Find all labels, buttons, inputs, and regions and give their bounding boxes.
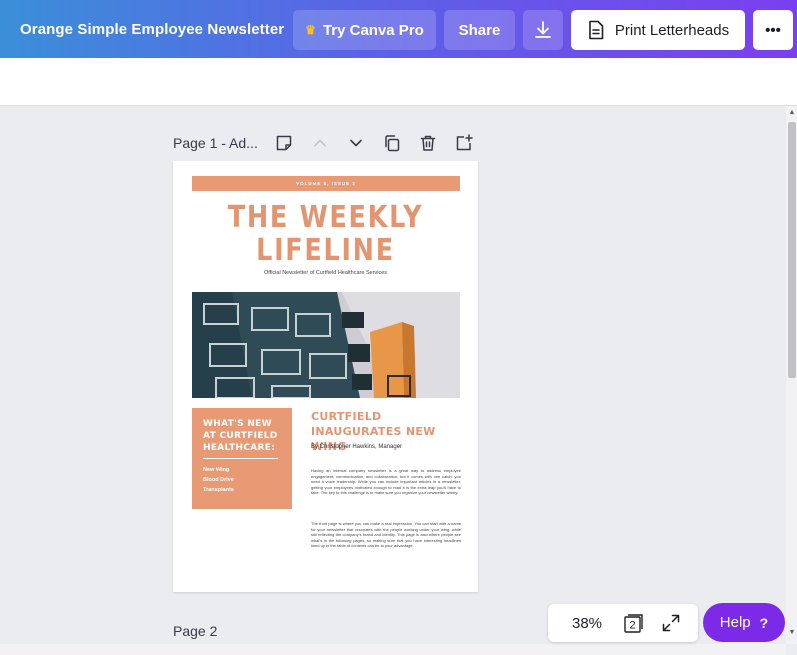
scrollbar-thumb[interactable] <box>788 122 796 378</box>
scroll-down-arrow-icon[interactable]: ▼ <box>787 628 797 638</box>
article-paragraph-2[interactable]: The front page is where you can make a r… <box>311 521 461 549</box>
building-photo[interactable] <box>192 292 460 398</box>
share-button[interactable]: Share <box>444 10 515 50</box>
scroll-up-arrow-icon[interactable]: ▲ <box>787 108 797 118</box>
article-byline[interactable]: By Christopher Hawkins, Manager <box>311 444 402 450</box>
horizontal-scrollbar[interactable] <box>0 644 786 655</box>
headline-line-2: LIFELINE <box>256 233 395 268</box>
help-button[interactable]: Help ? <box>703 603 785 642</box>
pages-icon: 2 <box>624 614 643 633</box>
trash-icon <box>420 135 436 151</box>
try-canva-pro-label: Try Canva Pro <box>322 21 424 39</box>
document-title[interactable]: Orange Simple Employee Newsletter <box>20 21 284 38</box>
article-paragraph-1[interactable]: Having an internal company newsletter is… <box>311 468 461 496</box>
newsletter-subhead[interactable]: Official Newsletter of Curtfield Healthc… <box>173 270 478 276</box>
question-icon: ? <box>759 614 769 631</box>
note-icon <box>276 135 292 151</box>
page-grid-button[interactable]: 2 <box>623 612 645 634</box>
fullscreen-button[interactable] <box>661 613 681 633</box>
help-label: Help <box>719 614 751 631</box>
add-page-icon <box>456 134 473 151</box>
move-page-down-button[interactable] <box>346 133 366 153</box>
whats-new-title: WHAT'S NEW AT CURTFIELD HEALTHCARE: <box>203 419 278 453</box>
more-options-button[interactable]: ••• <box>753 10 793 50</box>
copy-icon <box>385 135 400 152</box>
whats-new-list: New Wing Blood Drive Transplants <box>203 465 234 495</box>
whats-new-box[interactable]: WHAT'S NEW AT CURTFIELD HEALTHCARE: New … <box>192 408 292 509</box>
headline-line-1: THE WEEKLY <box>227 200 424 235</box>
list-item: New Wing <box>203 467 230 473</box>
download-icon <box>535 21 551 38</box>
page-count: 2 <box>629 620 635 632</box>
page-1-canvas[interactable]: VOLUME 5, ISSUE 2 THE WEEKLY LIFELINE Of… <box>173 161 478 592</box>
delete-page-button[interactable] <box>418 133 438 153</box>
duplicate-page-button[interactable] <box>382 133 402 153</box>
list-item: Blood Drive <box>203 477 234 483</box>
print-letterheads-label: Print Letterheads <box>614 21 730 39</box>
building-image <box>192 292 460 398</box>
page-notes-button[interactable] <box>274 133 294 153</box>
chevron-down-icon <box>350 139 362 147</box>
zoom-level[interactable]: 38% <box>572 615 602 632</box>
page-1-title[interactable]: Page 1 - Ad... <box>173 135 258 151</box>
whats-new-divider <box>203 458 278 459</box>
crown-icon: ♛ <box>305 23 316 37</box>
list-item: Transplants <box>203 487 234 493</box>
editor-toolbar <box>0 58 797 106</box>
expand-icon <box>662 614 680 632</box>
top-bar: Orange Simple Employee Newsletter ♛ Try … <box>0 0 797 58</box>
zoom-controls: 38% 2 <box>548 604 698 642</box>
page-2-title[interactable]: Page 2 <box>173 623 217 639</box>
download-button[interactable] <box>523 10 563 50</box>
chevron-up-icon <box>314 139 326 147</box>
print-letterheads-button[interactable]: Print Letterheads <box>571 10 745 50</box>
document-icon <box>589 20 604 40</box>
newsletter-headline[interactable]: THE WEEKLY LIFELINE <box>196 201 455 267</box>
add-page-button[interactable] <box>454 133 474 153</box>
try-canva-pro-button[interactable]: ♛ Try Canva Pro <box>293 10 436 50</box>
move-page-up-button[interactable] <box>310 133 330 153</box>
volume-banner[interactable]: VOLUME 5, ISSUE 2 <box>192 176 460 191</box>
